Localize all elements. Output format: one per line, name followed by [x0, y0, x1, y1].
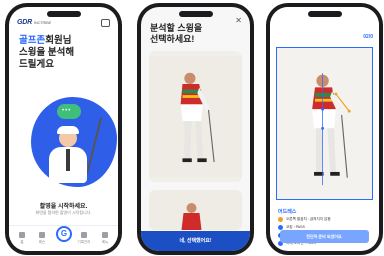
tab-records[interactable]: 기록관리: [75, 232, 93, 245]
lesson-icon: [39, 232, 45, 238]
check-icon: [278, 224, 283, 230]
home-icon: [19, 232, 25, 238]
notch: [178, 11, 213, 17]
bubble-dots: •••: [62, 108, 72, 114]
tab-home[interactable]: 홈: [13, 232, 31, 245]
greeting-line3: 드릴게요: [19, 59, 54, 70]
analysis-photo: [276, 47, 373, 200]
golfer-cap-illustration: [57, 126, 79, 134]
greeting-line2: 스윙을 분석해: [19, 47, 75, 58]
golfer-photo: [149, 190, 242, 230]
capture-subtitle: 화면을 탭하면 촬영이 시작됩니다.: [35, 210, 92, 215]
warning-icon: [278, 216, 283, 222]
menu-lines-icon: [102, 232, 108, 238]
menu-icon[interactable]: [101, 19, 110, 27]
bottom-tab-bar: 홈 레슨 G 기록관리 메뉴: [9, 225, 118, 251]
greeting-line1: 회원님: [45, 35, 72, 46]
app-logo: GDR INCTRIBE: [17, 19, 52, 26]
home-screen: GDR INCTRIBE 골프존회원님 스윙을 분석해 드릴게요 ••• 촬영을 …: [9, 7, 118, 251]
analysis-screen: 02/0 어드레스 오른쪽 팔꿈치: 굽혀지지 않음 코킹: PASS 어깨…: [270, 7, 379, 251]
greeting-text: 골프존회원님 스윙을 분석해 드릴게요: [19, 35, 109, 71]
notch: [307, 11, 342, 17]
page-indicator: 02/0: [363, 34, 373, 40]
top-bar: GDR INCTRIBE: [17, 19, 110, 29]
phone-analysis: 02/0 어드레스 오른쪽 팔꿈치: 굽혀지지 않음 코킹: PASS 어깨…: [266, 3, 383, 255]
check-item: 오른쪽 팔꿈치 : 굽혀지지 않음: [278, 216, 373, 224]
tab-lesson[interactable]: 레슨: [33, 232, 51, 245]
golfer-photo: [149, 56, 242, 177]
chart-icon: [81, 232, 87, 238]
notch: [46, 11, 81, 17]
swing-thumbnail-1[interactable]: [149, 51, 242, 182]
greeting-highlight: 골프존: [19, 35, 46, 46]
tab-menu[interactable]: 메뉴: [96, 232, 114, 245]
phone-select-swing: ✕ 분석할 스윙을 선택하세요! 네, 선택했어요!: [137, 3, 254, 255]
ready-button[interactable]: 전단하 준비 되었어요.: [280, 230, 369, 243]
select-title: 분석할 스윙을 선택하세요!: [150, 23, 203, 44]
golfer-tie-illustration: [66, 149, 70, 171]
confirm-selection-button[interactable]: 네, 선택했어요!: [141, 231, 250, 251]
golfer-analysis-photo: [277, 52, 372, 195]
select-swing-screen: ✕ 분석할 스윙을 선택하세요! 네, 선택했어요!: [141, 7, 250, 251]
golf-capture-button[interactable]: G: [56, 226, 72, 242]
capture-title: 촬영을 시작하세요.: [39, 204, 88, 210]
section-title: 어드레스: [278, 209, 297, 215]
phone-home: GDR INCTRIBE 골프존회원님 스윙을 분석해 드릴게요 ••• 촬영을 …: [5, 3, 122, 255]
swing-thumbnail-2[interactable]: [149, 190, 242, 230]
